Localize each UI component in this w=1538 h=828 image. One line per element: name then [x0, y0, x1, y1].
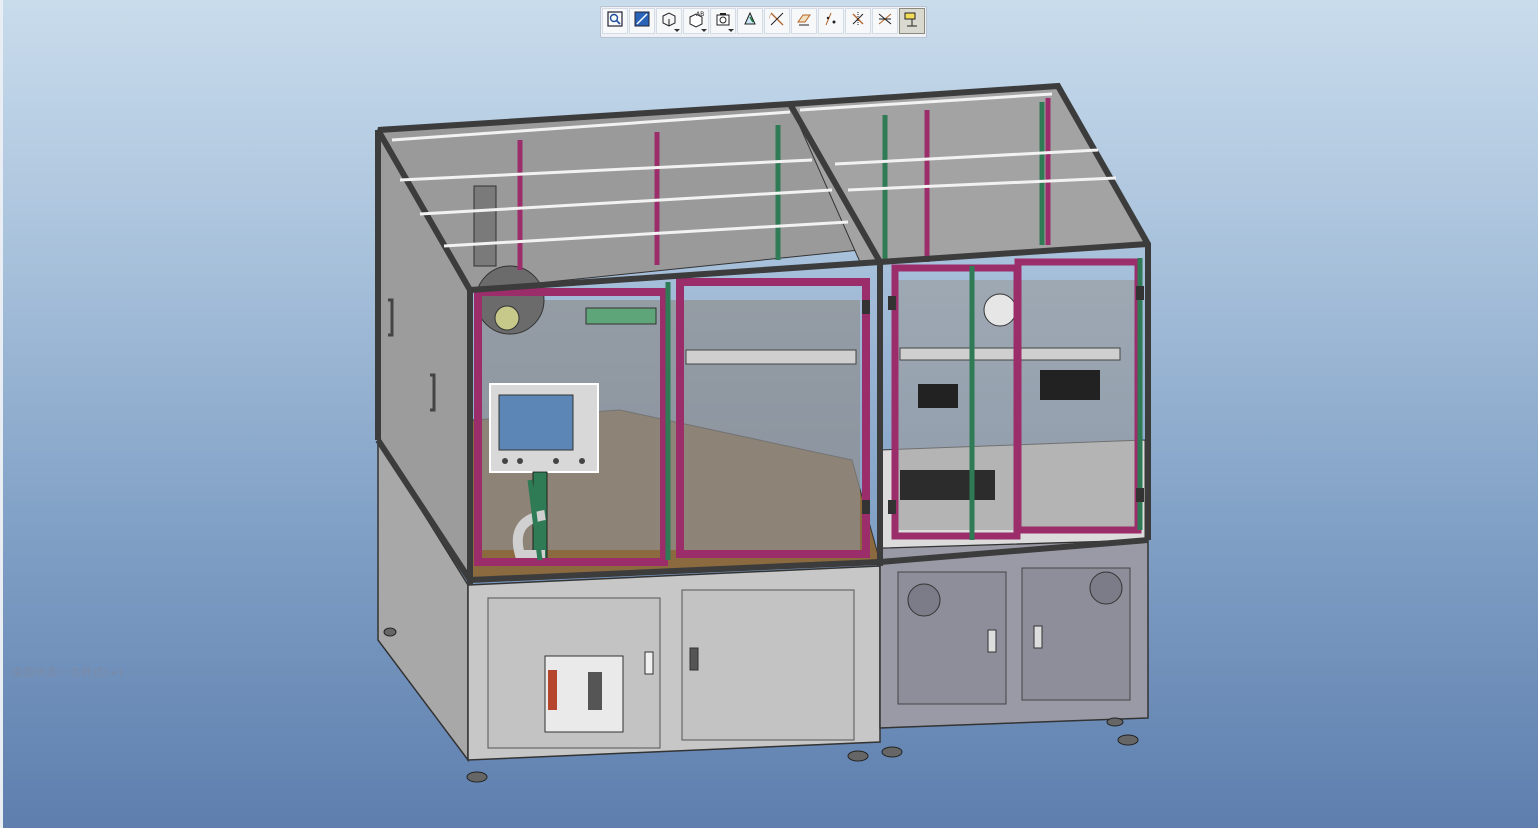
coordinate-systems-display-icon — [849, 10, 867, 32]
hmi-screen — [498, 394, 574, 451]
conveyor-rail — [899, 347, 1121, 361]
datum-planes-display-icon — [795, 10, 813, 32]
spin-center-display-button[interactable] — [872, 8, 898, 34]
status-text: 造型状态：主样式(+) — [12, 666, 124, 679]
black-module — [918, 384, 958, 408]
spin-center-display-icon — [876, 10, 894, 32]
dropdown-arrow-icon — [674, 29, 680, 32]
door-handle — [1033, 625, 1043, 649]
annotation-display-icon — [903, 10, 921, 32]
door-handle — [644, 651, 654, 675]
saved-orientations-button[interactable]: AB — [683, 8, 709, 34]
conveyor-rail — [685, 349, 857, 365]
tape-reel — [983, 293, 1017, 327]
door-handle — [987, 629, 997, 653]
perspective-view-button[interactable] — [737, 8, 763, 34]
datum-axes-display-icon: / — [768, 10, 786, 32]
regulator-body — [588, 672, 602, 710]
signal-tower — [473, 185, 497, 267]
svg-text:/: / — [769, 14, 771, 20]
door-handle — [689, 647, 699, 671]
graphics-toolbar: AB / — [600, 6, 927, 38]
tape-reel-hub — [494, 305, 520, 331]
black-module — [1040, 370, 1100, 400]
datum-axes-display-button[interactable]: / — [764, 8, 790, 34]
black-module — [900, 470, 995, 500]
datum-points-display-icon — [822, 10, 840, 32]
green-fixture — [585, 307, 657, 325]
zoom-window-button[interactable] — [629, 8, 655, 34]
svg-text:AB: AB — [696, 11, 704, 18]
zoom-to-fit-icon — [606, 10, 624, 32]
3d-viewport[interactable] — [0, 0, 1538, 828]
zoom-to-fit-button[interactable] — [602, 8, 628, 34]
datum-points-display-button[interactable] — [818, 8, 844, 34]
annotation-display-button[interactable] — [899, 8, 925, 34]
dropdown-arrow-icon — [701, 29, 707, 32]
perspective-view-icon — [741, 10, 759, 32]
machine-model — [375, 82, 1151, 783]
fan-vent — [907, 583, 941, 617]
left-base-door-right[interactable] — [681, 589, 855, 741]
fan-vent — [1089, 571, 1123, 605]
zoom-window-icon — [633, 10, 651, 32]
datum-planes-display-button[interactable] — [791, 8, 817, 34]
display-style-button[interactable] — [656, 8, 682, 34]
coordinate-systems-display-button[interactable] — [845, 8, 871, 34]
regulator-red — [548, 670, 557, 710]
dropdown-arrow-icon — [728, 29, 734, 32]
view-manager-button[interactable] — [710, 8, 736, 34]
